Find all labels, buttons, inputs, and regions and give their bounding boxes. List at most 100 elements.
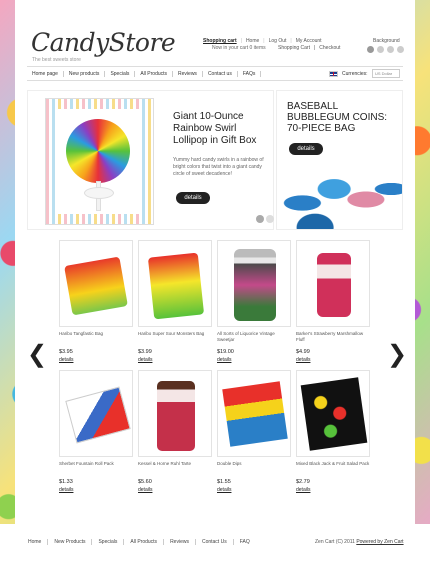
background-option-4[interactable] — [397, 46, 404, 53]
footer: Home New Products Specials All Products … — [0, 524, 430, 563]
product-image[interactable] — [138, 240, 212, 327]
background-option-2[interactable] — [377, 46, 384, 53]
carousel-prev-arrow[interactable]: ❮ — [27, 343, 47, 367]
currency-select[interactable]: US Dollar — [372, 69, 400, 78]
product-details-link[interactable]: details — [296, 357, 370, 363]
product-price: $2.79 — [296, 479, 310, 485]
footer-reviews[interactable]: Reviews — [164, 539, 196, 545]
top-menu-secondary: Shopping Cart | Checkout — [278, 45, 340, 51]
product-name[interactable]: Double Dips — [217, 461, 291, 473]
product-card: Mixed Black Jack & Fruit Salad Pack $2.7… — [296, 370, 370, 493]
product-image[interactable] — [59, 370, 133, 457]
product-card: Kessel & Horne Ruhl Tarte $5.60 details — [138, 370, 212, 493]
product-grid: Haribo Tangfastic Bag $3.95 details Hari… — [59, 240, 373, 500]
product-card: Barker's Strawberry Marshmallow Fluff $4… — [296, 240, 370, 363]
side-banner-details-button[interactable]: details — [289, 143, 323, 155]
product-name[interactable]: Kessel & Horne Ruhl Tarte — [138, 461, 212, 473]
product-details-link[interactable]: details — [217, 357, 291, 363]
product-price: $3.95 — [59, 349, 73, 355]
nav-specials[interactable]: Specials — [105, 70, 136, 77]
carousel-next-arrow[interactable]: ❯ — [387, 343, 407, 367]
product-image[interactable] — [296, 240, 370, 327]
featured-banner: Giant 10-Ounce Rainbow Swirl Lollipop in… — [27, 90, 284, 230]
copyright: Zen Cart (C) 2011 Powered by Zen Cart — [315, 539, 404, 545]
footer-all-products[interactable]: All Products — [124, 539, 165, 545]
background-label: Background — [373, 38, 400, 44]
cart-summary[interactable]: Now in your cart 0 items — [212, 45, 266, 51]
ribbon-bow — [84, 187, 114, 199]
separator: | — [240, 38, 242, 44]
footer-new-products[interactable]: New Products — [48, 539, 93, 545]
product-name[interactable]: Barker's Strawberry Marshmallow Fluff — [296, 331, 370, 343]
slider-dot-2[interactable] — [266, 215, 274, 223]
nav-contact-us[interactable]: Contact us — [203, 70, 238, 77]
footer-nav: Home New Products Specials All Products … — [28, 539, 256, 545]
log-out-link[interactable]: Log Out — [269, 38, 287, 44]
banner-description: Yummy hard candy swirls in a rainbow of … — [173, 157, 264, 177]
store-tagline: The best sweets store — [32, 57, 81, 63]
nav-all-products[interactable]: All Products — [135, 70, 174, 77]
product-card: Haribo Tangfastic Bag $3.95 details — [59, 240, 133, 363]
uk-flag-icon[interactable] — [329, 71, 338, 77]
product-price: $1.33 — [59, 479, 73, 485]
product-name[interactable]: Haribo Tangfastic Bag — [59, 331, 133, 343]
product-name[interactable]: Sherbet Fountain Roll Pack — [59, 461, 133, 473]
separator: | — [313, 45, 316, 51]
product-image[interactable] — [59, 240, 133, 327]
nav-home[interactable]: Home page — [27, 70, 64, 77]
home-link[interactable]: Home — [246, 38, 259, 44]
product-details-link[interactable]: details — [138, 487, 212, 493]
side-banner: BASEBALL BUBBLEGUM COINS: 70-PIECE BAG d… — [276, 90, 403, 230]
background-option-3[interactable] — [387, 46, 394, 53]
product-name[interactable]: Mixed Black Jack & Fruit Salad Pack — [296, 461, 370, 473]
store-logo[interactable]: CandyStore — [31, 28, 176, 57]
nav-faqs[interactable]: FAQs — [238, 70, 262, 77]
product-details-link[interactable]: details — [296, 487, 370, 493]
banner-title[interactable]: Giant 10-Ounce Rainbow Swirl Lollipop in… — [173, 111, 273, 147]
bubblegum-coins-image — [277, 161, 402, 229]
side-banner-title[interactable]: BASEBALL BUBBLEGUM COINS: 70-PIECE BAG — [287, 101, 402, 134]
nav-new-products[interactable]: New products — [64, 70, 106, 77]
product-card: All Sorts of Liquorice Vintage Sweetjar … — [217, 240, 291, 363]
main-nav: Home page New products Specials All Prod… — [27, 66, 403, 81]
currencies-label: Currencies: — [342, 71, 368, 77]
lollipop-image — [66, 119, 130, 183]
product-details-link[interactable]: details — [138, 357, 212, 363]
product-image[interactable] — [296, 370, 370, 457]
product-price: $1.55 — [217, 479, 231, 485]
gift-box-image — [45, 98, 154, 225]
footer-home[interactable]: Home — [28, 539, 49, 545]
product-card: Sherbet Fountain Roll Pack $1.33 details — [59, 370, 133, 493]
footer-specials[interactable]: Specials — [92, 539, 125, 545]
shopping-cart-link[interactable]: Shopping cart — [203, 38, 237, 44]
product-price: $3.99 — [138, 349, 152, 355]
product-name[interactable]: Haribo Super Sour Monsters Bag — [138, 331, 212, 343]
product-image[interactable] — [138, 370, 212, 457]
checkout-link[interactable]: Checkout — [319, 45, 340, 51]
powered-by-link[interactable]: Powered by Zen Cart — [356, 539, 403, 545]
page-sheet: CandyStore The best sweets store Shoppin… — [15, 0, 415, 524]
slider-dot-1[interactable] — [256, 215, 264, 223]
top-menu: Shopping cart | Home | Log Out | My Acco… — [203, 38, 322, 44]
nav-reviews[interactable]: Reviews — [173, 70, 203, 77]
product-image[interactable] — [217, 370, 291, 457]
product-details-link[interactable]: details — [59, 487, 133, 493]
product-details-link[interactable]: details — [59, 357, 133, 363]
shopping-cart-link-2[interactable]: Shopping Cart — [278, 45, 310, 51]
separator: | — [263, 38, 265, 44]
product-name[interactable]: All Sorts of Liquorice Vintage Sweetjar — [217, 331, 291, 343]
my-account-link[interactable]: My Account — [296, 38, 322, 44]
footer-faq[interactable]: FAQ — [234, 539, 256, 545]
product-details-link[interactable]: details — [217, 487, 291, 493]
footer-contact-us[interactable]: Contact Us — [196, 539, 234, 545]
product-card: Haribo Super Sour Monsters Bag $3.99 det… — [138, 240, 212, 363]
product-price: $5.60 — [138, 479, 152, 485]
separator: | — [290, 38, 292, 44]
product-price: $4.99 — [296, 349, 310, 355]
product-card: Double Dips $1.55 details — [217, 370, 291, 493]
copyright-text: Zen Cart (C) 2011 — [315, 539, 357, 545]
background-option-1[interactable] — [367, 46, 374, 53]
banner-details-button[interactable]: details — [176, 192, 210, 204]
product-image[interactable] — [217, 240, 291, 327]
background-switcher — [367, 46, 404, 53]
